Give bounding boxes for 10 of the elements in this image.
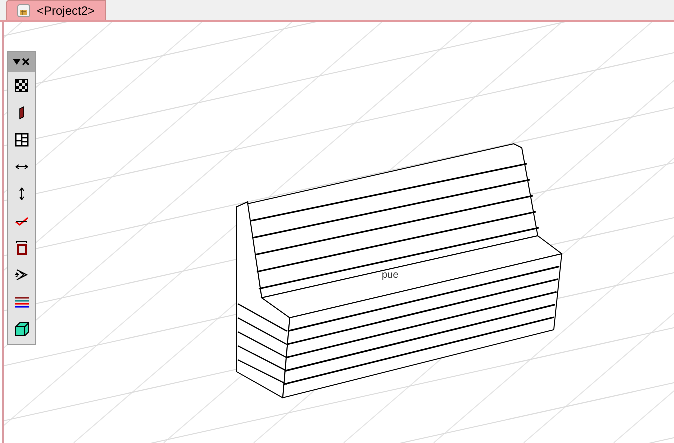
dropdown-icon[interactable] xyxy=(13,59,21,65)
eye-icon[interactable] xyxy=(14,266,30,282)
panel-layout-icon[interactable] xyxy=(14,132,30,148)
model-label: pue xyxy=(382,270,399,281)
frame-icon[interactable] xyxy=(14,240,30,256)
document-icon xyxy=(17,4,31,18)
checkerboard-icon[interactable] xyxy=(14,78,30,94)
cube-icon[interactable] xyxy=(14,320,30,336)
document-tab[interactable]: <Project2> xyxy=(6,0,106,20)
close-icon[interactable] xyxy=(22,58,30,66)
